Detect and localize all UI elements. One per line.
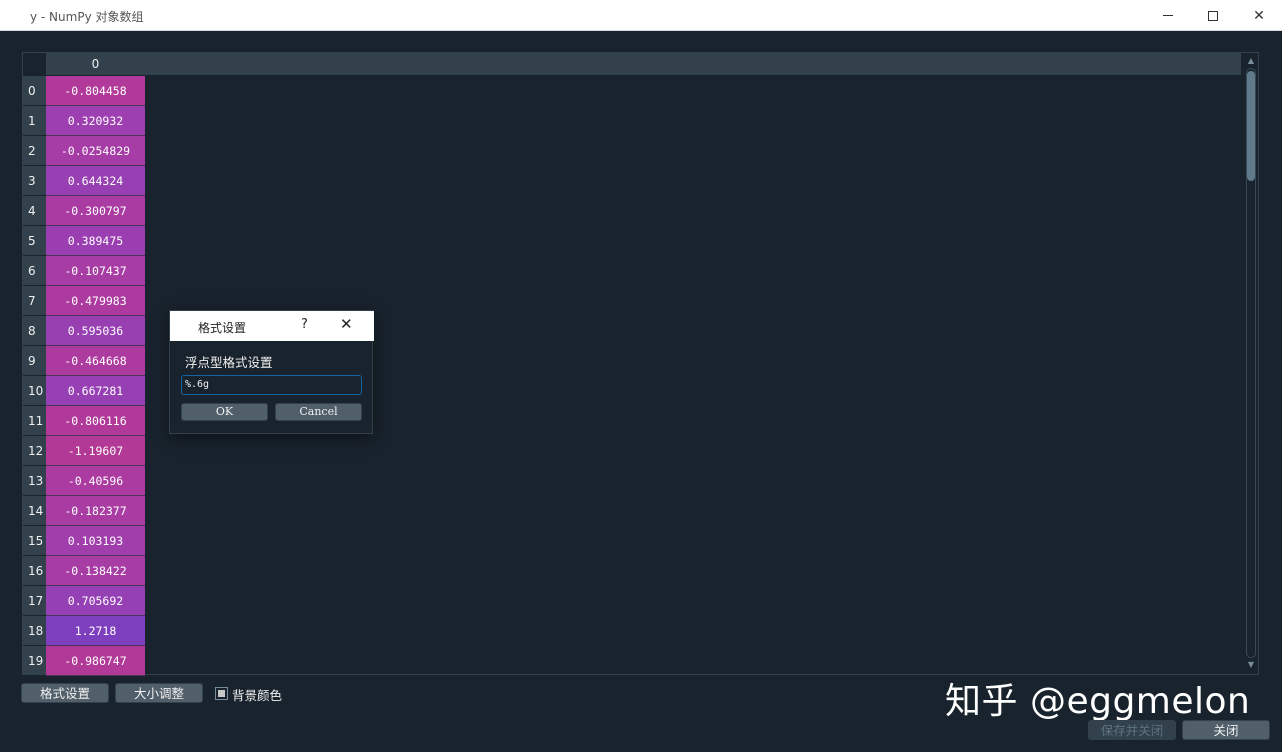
table-cell[interactable]: -0.806116 (46, 406, 145, 436)
float-format-input[interactable]: %.6g (181, 375, 362, 395)
table-cell[interactable]: -0.479983 (46, 286, 145, 316)
maximize-icon (1208, 10, 1218, 21)
table-cell[interactable]: -0.0254829 (46, 136, 145, 166)
row-header[interactable]: 14 (23, 496, 46, 526)
row-header[interactable]: 12 (23, 436, 46, 466)
scroll-down-icon[interactable]: ▼ (1246, 660, 1256, 670)
table-corner[interactable] (23, 53, 46, 75)
dialog-title: 格式设置 (198, 321, 247, 335)
table-cell[interactable]: 0.667281 (46, 376, 145, 406)
dialog-titlebar: 格式设置 ? ✕ (170, 311, 374, 341)
row-header[interactable]: 15 (23, 526, 46, 556)
row-header[interactable]: 2 (23, 136, 46, 166)
window-title: y - NumPy 对象数组 (30, 10, 144, 24)
column-header-row: 0 (23, 53, 1241, 75)
minimize-icon (1163, 15, 1173, 16)
table-cell[interactable]: 0.389475 (46, 226, 145, 256)
watermark: 知乎 @eggmelon (945, 681, 1251, 722)
table-cell[interactable]: 0.705692 (46, 586, 145, 616)
resize-button[interactable]: 大小调整 (115, 683, 203, 703)
minimize-button[interactable] (1145, 0, 1191, 31)
float-format-label: 浮点型格式设置 (185, 355, 273, 370)
scroll-thumb[interactable] (1247, 71, 1255, 181)
row-header[interactable]: 7 (23, 286, 46, 316)
window-titlebar: y - NumPy 对象数组 ✕ (0, 0, 1282, 31)
table-cell[interactable]: -0.182377 (46, 496, 145, 526)
row-header[interactable]: 18 (23, 616, 46, 646)
format-settings-button[interactable]: 格式设置 (21, 683, 109, 703)
save-and-close-button[interactable]: 保存并关闭 (1088, 720, 1176, 740)
close-window-button[interactable]: ✕ (1236, 0, 1282, 31)
table-cell[interactable]: 0.103193 (46, 526, 145, 556)
column-header-0[interactable]: 0 (46, 53, 145, 75)
row-header[interactable]: 16 (23, 556, 46, 586)
table-cell[interactable]: -0.138422 (46, 556, 145, 586)
background-color-label[interactable]: 背景颜色 (232, 685, 282, 704)
vertical-scrollbar[interactable]: ▲ ▼ (1244, 53, 1258, 674)
row-header[interactable]: 3 (23, 166, 46, 196)
row-header[interactable]: 13 (23, 466, 46, 496)
scroll-up-icon[interactable]: ▲ (1246, 56, 1256, 66)
background-color-checkbox[interactable] (215, 687, 228, 700)
table-cell[interactable]: -0.464668 (46, 346, 145, 376)
row-header[interactable]: 8 (23, 316, 46, 346)
help-icon[interactable]: ? (301, 317, 308, 332)
table-cell[interactable]: 0.595036 (46, 316, 145, 346)
format-dialog: 格式设置 ? ✕ 浮点型格式设置 %.6g OK Cancel (169, 310, 374, 434)
close-button[interactable]: 关闭 (1182, 720, 1270, 740)
row-header[interactable]: 6 (23, 256, 46, 286)
row-header[interactable]: 11 (23, 406, 46, 436)
ok-button[interactable]: OK (181, 403, 268, 421)
checkbox-check-icon (218, 690, 225, 697)
row-header[interactable]: 19 (23, 646, 46, 676)
row-header[interactable]: 0 (23, 76, 46, 106)
table-cell[interactable]: -0.40596 (46, 466, 145, 496)
cancel-button[interactable]: Cancel (275, 403, 362, 421)
row-header[interactable]: 10 (23, 376, 46, 406)
table-cell[interactable]: -0.986747 (46, 646, 145, 676)
table-cell[interactable]: 0.320932 (46, 106, 145, 136)
row-header[interactable]: 5 (23, 226, 46, 256)
table-cell[interactable]: 1.2718 (46, 616, 145, 646)
table-cell[interactable]: -0.300797 (46, 196, 145, 226)
row-header[interactable]: 4 (23, 196, 46, 226)
table-cell[interactable]: -0.107437 (46, 256, 145, 286)
row-header[interactable]: 1 (23, 106, 46, 136)
table-cell[interactable]: 0.644324 (46, 166, 145, 196)
close-icon: ✕ (1253, 7, 1265, 24)
dialog-close-icon[interactable]: ✕ (340, 315, 353, 333)
row-header[interactable]: 9 (23, 346, 46, 376)
table-cell[interactable]: -1.19607 (46, 436, 145, 466)
table-cell[interactable]: -0.804458 (46, 76, 145, 106)
row-header[interactable]: 17 (23, 586, 46, 616)
maximize-button[interactable] (1190, 0, 1236, 31)
